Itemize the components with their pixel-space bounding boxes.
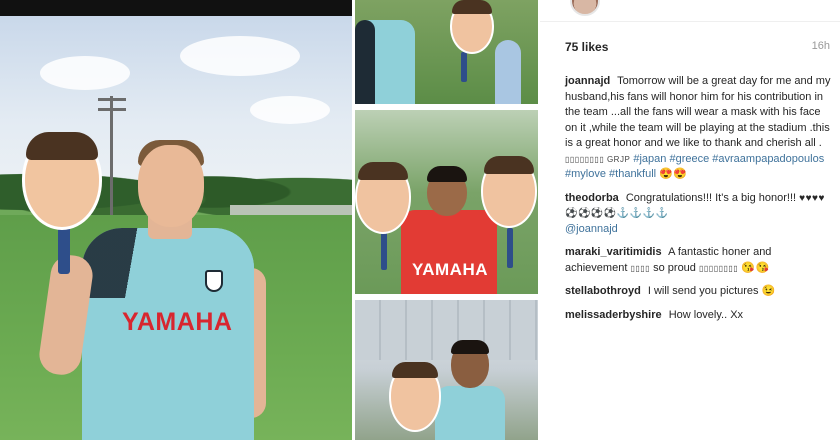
comment-item: maraki_varitimidis A fantastic honer and… [565, 245, 833, 276]
comment-item: melissaderbyshire How lovely.. Xx [565, 308, 833, 324]
photo-thumbnail-3[interactable] [355, 300, 538, 440]
post-details-panel: 75 likes 16h joannajd Tomorrow will be a… [540, 0, 840, 440]
comment-emoji: ▯▯▯▯ [630, 263, 651, 273]
player-figure: YAMAHA [0, 0, 352, 440]
comment-username[interactable]: stellabothroyd [565, 285, 641, 297]
post-meta: 75 likes 16h [565, 40, 830, 54]
comment-emoji: ▯▯▯▯▯▯▯▯ GRJP [565, 154, 631, 164]
comment-username[interactable]: maraki_varitimidis [565, 246, 662, 258]
club-crest-icon [205, 270, 223, 292]
comment-username[interactable]: melissaderbyshire [565, 309, 662, 321]
hashtag-link[interactable]: #greece [669, 153, 709, 165]
comment-text: How lovely.. Xx [668, 308, 744, 321]
comment-username[interactable]: joannajd [565, 75, 610, 87]
comment-item: joannajd Tomorrow will be a great day fo… [565, 74, 833, 183]
hashtag-link[interactable]: #avraampapadopoulos [712, 153, 824, 165]
comment-emoji: 😍😍 [659, 168, 688, 180]
post-header [540, 0, 840, 22]
hashtag-link[interactable]: #mylove [565, 168, 606, 180]
post-timestamp: 16h [811, 40, 830, 52]
comment-username[interactable]: theodorba [565, 192, 619, 204]
main-post-photo[interactable]: YAMAHA [0, 0, 352, 440]
comments-list: joannajd Tomorrow will be a great day fo… [565, 74, 833, 331]
comment-item: theodorba Congratulations!!! It's a big … [565, 191, 833, 238]
comment-text: so proud [653, 261, 696, 274]
comment-emoji: ▯▯▯▯▯▯▯▯ [698, 263, 739, 273]
photo-thumbnail-1[interactable] [355, 0, 538, 104]
likes-count[interactable]: 75 likes [565, 40, 608, 54]
shirt-sponsor-text: YAMAHA [122, 308, 233, 336]
comment-text: Congratulations!!! It's a big honor!!! [625, 191, 797, 204]
hashtag-link[interactable]: #japan [633, 153, 666, 165]
comment-text: I will send you pictures [647, 285, 759, 297]
mention-link[interactable]: @joannajd [565, 223, 618, 235]
comment-item: stellabothroyd I will send you pictures … [565, 284, 833, 300]
avatar[interactable] [570, 0, 600, 16]
comment-emoji: 😘😘 [741, 261, 770, 274]
photo-thumbnail-2[interactable]: YAMAHA [355, 110, 538, 294]
thumb-sponsor-text: YAMAHA [411, 260, 489, 279]
comment-emoji: 😉 [761, 285, 776, 297]
hashtag-link[interactable]: #thankfull [609, 168, 656, 180]
photo-strip: YAMAHA [352, 0, 540, 440]
